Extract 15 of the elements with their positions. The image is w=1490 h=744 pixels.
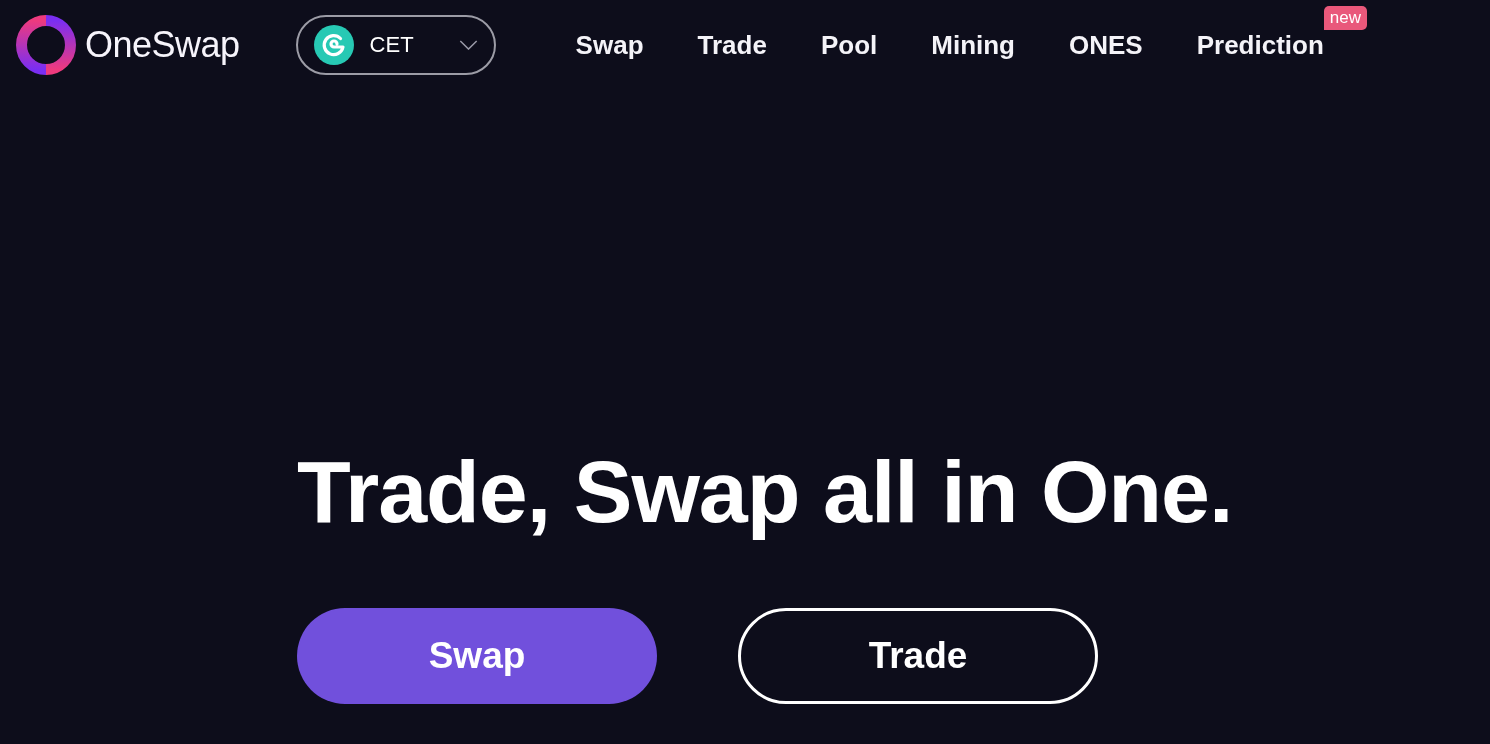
nav-link[interactable]: Swap <box>575 29 644 61</box>
caret-icon <box>458 40 478 50</box>
nav-link[interactable]: ONES <box>1069 29 1143 61</box>
token-selector[interactable]: CET <box>295 15 496 75</box>
nav-link[interactable]: Prediction <box>1196 29 1324 61</box>
new-badge: new <box>1323 5 1368 30</box>
ring-logo-icon <box>16 15 76 75</box>
coin-icon <box>313 25 354 65</box>
primary-button[interactable]: Swap <box>297 608 657 704</box>
outline-button[interactable]: Trade <box>738 608 1098 704</box>
nav-link[interactable]: Trade <box>697 29 767 61</box>
nav-link[interactable]: Pool <box>820 29 878 61</box>
brand-name[interactable]: OneSwap <box>85 24 240 66</box>
headline: Trade, Swap all in One. <box>297 442 1234 542</box>
nav-link[interactable]: Mining <box>931 29 1015 61</box>
